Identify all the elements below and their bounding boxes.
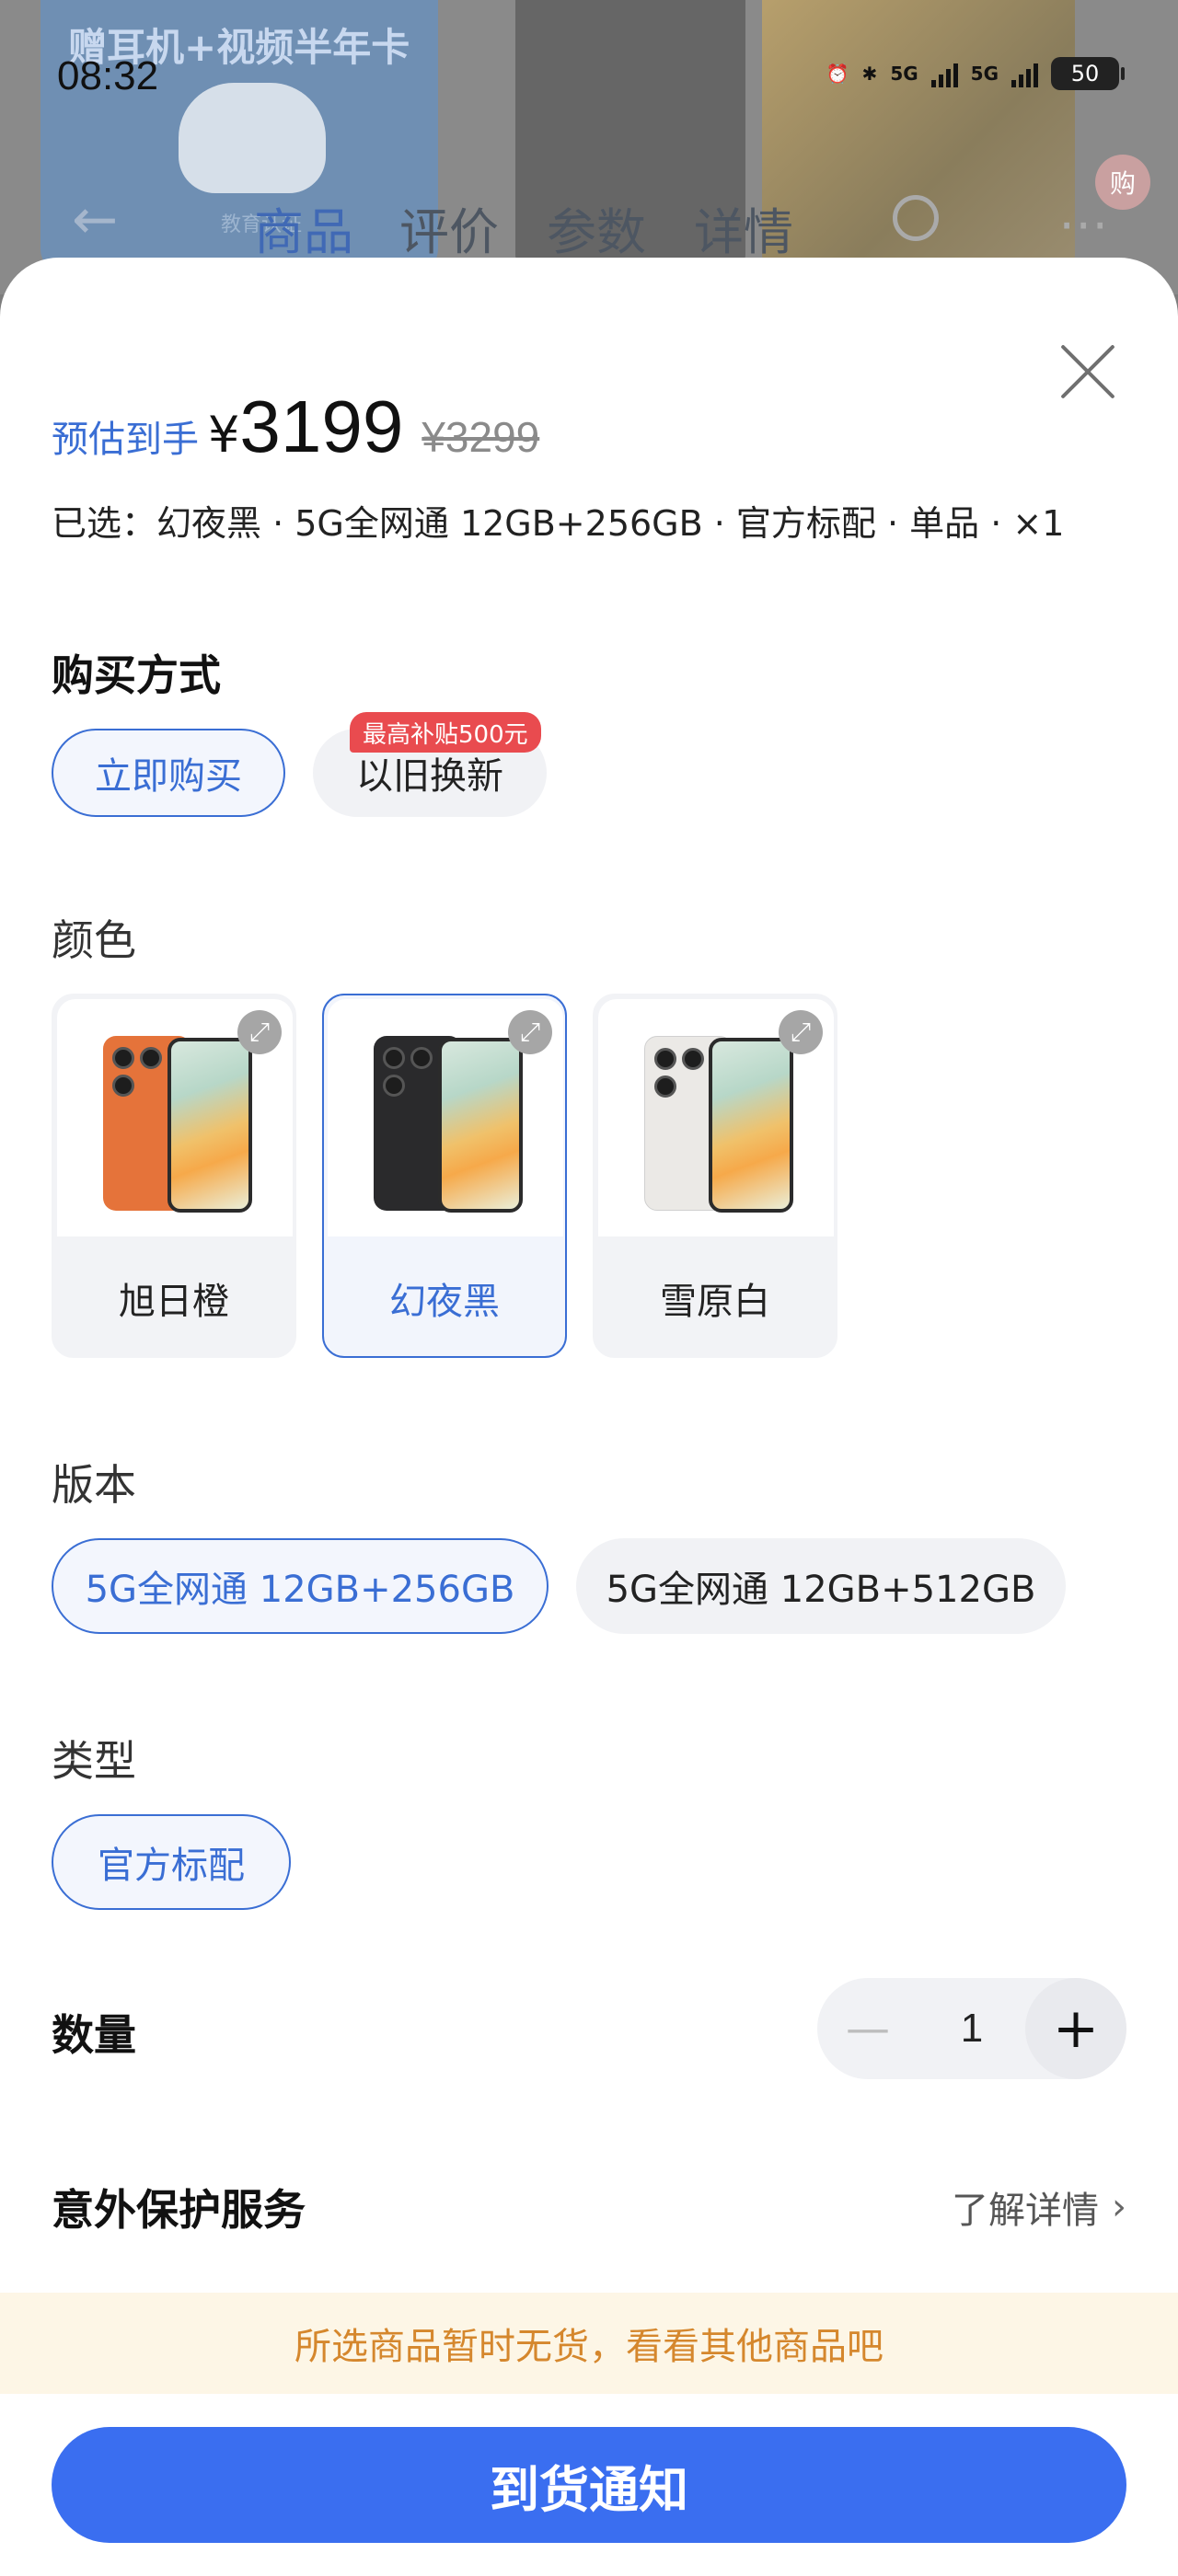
search-icon (893, 195, 939, 241)
alarm-icon: ⏰ (826, 63, 849, 85)
status-icons: ⏰ ✱ 5G 5G 50 (826, 57, 1125, 90)
type-option-standard[interactable]: 官方标配 (52, 1814, 291, 1910)
decrease-button[interactable]: — (817, 1978, 918, 2079)
learn-more-label: 了解详情 (952, 2190, 1099, 2232)
signal-bars-icon-2 (1011, 60, 1038, 87)
learn-more-link[interactable]: 了解详情 › (952, 2180, 1126, 2234)
price-currency: ¥ (208, 406, 240, 464)
version-option-512gb[interactable]: 5G全网通 12GB+512GB (576, 1538, 1066, 1634)
signal-label-2: 5G (970, 63, 999, 85)
version-title: 版本 (52, 1460, 136, 1510)
battery-icon: 50 (1051, 57, 1125, 90)
camera-lens (140, 1047, 162, 1069)
camera-lens (383, 1075, 405, 1097)
phone-image-orange: ⤢ (57, 999, 293, 1236)
out-of-stock-notice: 所选商品暂时无货，看看其他商品吧 (0, 2293, 1178, 2394)
color-name: 幻夜黑 (389, 1281, 500, 1323)
quantity-title: 数量 (52, 2010, 136, 2060)
estimated-price-label: 预估到手 (52, 419, 199, 461)
subsidy-badge: 最高补贴500元 (350, 712, 541, 753)
option-buy-now[interactable]: 立即购买 (52, 729, 285, 817)
camera-lens (410, 1047, 433, 1069)
color-title: 颜色 (52, 915, 136, 965)
price-row: 预估到手 ¥ 3199 ¥3299 (52, 385, 539, 469)
color-name: 旭日橙 (119, 1281, 229, 1323)
phone-screen (167, 1038, 252, 1213)
quantity-stepper: — 1 + (817, 1978, 1126, 2079)
expand-icon[interactable]: ⤢ (779, 1010, 823, 1054)
camera-lens (383, 1047, 405, 1069)
chevron-right-icon: › (1112, 2186, 1126, 2228)
purchase-method-title: 购买方式 (52, 650, 221, 700)
expand-icon[interactable]: ⤢ (508, 1010, 552, 1054)
status-time: 08:32 (57, 53, 159, 98)
increase-button[interactable]: + (1025, 1978, 1126, 2079)
tab-details: 详情 (694, 203, 793, 261)
phone-image-black: ⤢ (328, 999, 563, 1236)
selected-summary: 已选：幻夜黑 · 5G全网通 12GB+256GB · 官方标配 · 单品 · … (52, 503, 1065, 544)
original-price: ¥3299 (422, 413, 540, 461)
color-option-black[interactable]: ⤢ 幻夜黑 (322, 994, 567, 1358)
camera-lens (112, 1047, 134, 1069)
signal-bars-icon (930, 60, 958, 87)
tab-product: 商品 (254, 203, 353, 261)
share-icon: ⋯ (1058, 195, 1108, 253)
cart-badge: 购 (1095, 155, 1150, 210)
camera-lens (112, 1075, 134, 1097)
tab-reviews: 评价 (399, 203, 499, 261)
phone-screen (709, 1038, 793, 1213)
version-option-256gb[interactable]: 5G全网通 12GB+256GB (52, 1538, 549, 1634)
camera-lens (654, 1048, 676, 1070)
status-bar: 08:32 ⏰ ✱ 5G 5G 50 (0, 0, 1178, 98)
quantity-value: 1 (960, 2006, 984, 2051)
color-name: 雪原白 (660, 1281, 770, 1323)
close-icon[interactable] (1058, 342, 1117, 401)
camera-lens (682, 1048, 704, 1070)
sku-selection-sheet: 预估到手 ¥ 3199 ¥3299 已选：幻夜黑 · 5G全网通 12GB+25… (0, 258, 1178, 2576)
color-option-white[interactable]: ⤢ 雪原白 (593, 994, 837, 1358)
bluetooth-icon: ✱ (861, 63, 878, 85)
signal-label-1: 5G (890, 63, 918, 85)
earbuds-image (179, 83, 326, 193)
type-title: 类型 (52, 1736, 136, 1786)
phone-image-white: ⤢ (598, 999, 834, 1236)
arrival-notify-button[interactable]: 到货通知 (52, 2427, 1126, 2543)
tab-specs: 参数 (547, 203, 646, 261)
phone-screen (438, 1038, 523, 1213)
protection-title: 意外保护服务 (52, 2185, 306, 2235)
camera-lens (654, 1075, 676, 1098)
expand-icon[interactable]: ⤢ (237, 1010, 282, 1054)
back-arrow-icon: ← (72, 188, 119, 252)
price-value: 3199 (239, 385, 404, 467)
color-option-orange[interactable]: ⤢ 旭日橙 (52, 994, 296, 1358)
